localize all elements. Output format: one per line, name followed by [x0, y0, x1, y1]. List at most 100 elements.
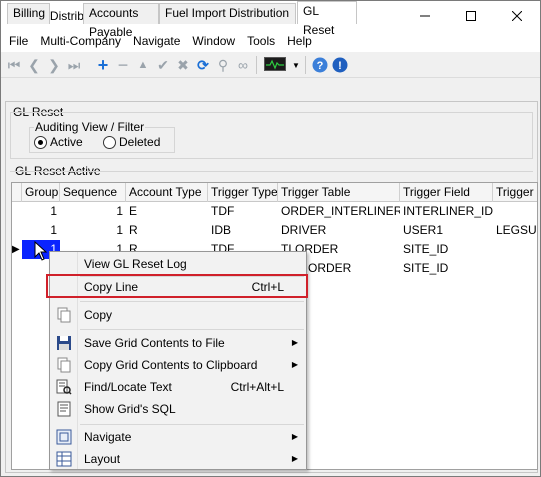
cell-trigger-type[interactable]: TDF	[208, 202, 278, 221]
header-trigger-table[interactable]: Trigger Table	[278, 183, 400, 202]
cell-account-type[interactable]: E	[126, 202, 208, 221]
info-icon[interactable]: !	[332, 57, 348, 73]
next-record-icon[interactable]: ❯	[45, 56, 63, 74]
header-sequence[interactable]: Sequence	[60, 183, 126, 202]
refresh-icon[interactable]: ⟳	[194, 56, 212, 74]
header-trigger-field[interactable]: Trigger Field	[400, 183, 493, 202]
monitor-icon[interactable]	[264, 57, 286, 73]
menu-tools[interactable]: Tools	[241, 31, 281, 52]
active-radio-label[interactable]: Active	[50, 135, 83, 149]
tab-gl-reset[interactable]: GL Reset	[297, 1, 357, 37]
navigate-icon	[56, 429, 72, 445]
menu-item-label: View GL Reset Log	[84, 257, 187, 271]
menu-item-copy[interactable]: Copy	[50, 304, 306, 326]
cell-trigger[interactable]: LEGSUI	[493, 221, 537, 240]
menu-item-view-gl-reset-log[interactable]: View GL Reset Log	[50, 253, 306, 275]
layout-icon	[56, 451, 72, 467]
last-record-icon[interactable]: ⏭	[65, 56, 83, 74]
cell-trigger-field[interactable]: USER1	[400, 221, 493, 240]
menu-file[interactable]: File	[3, 31, 34, 52]
first-record-icon[interactable]: ⏮	[5, 56, 23, 74]
header-trigger[interactable]: Trigger	[493, 183, 537, 202]
floppy-icon	[57, 336, 71, 350]
menu-item-find-locate-text[interactable]: Find/Locate Text Ctrl+Alt+L	[50, 376, 306, 398]
toolbar-separator	[256, 56, 257, 74]
help-icon[interactable]: ?	[312, 57, 328, 73]
search-icon[interactable]: ⚲	[214, 56, 232, 74]
close-button[interactable]	[494, 1, 540, 31]
cell-sequence[interactable]: 1	[60, 202, 126, 221]
app-window: GL Distribution @ TM2021R [TMWIN - CD] F…	[0, 0, 541, 477]
close-icon	[512, 11, 522, 21]
active-radio[interactable]	[34, 136, 47, 149]
table-row[interactable]: 1 1 E TDF ORDER_INTERLINER INTERLINER_ID	[12, 202, 537, 221]
menu-item-layout[interactable]: Layout ▶	[50, 448, 306, 470]
cell-account-type[interactable]: R	[126, 221, 208, 240]
cell-trigger-table[interactable]: DRIVER	[278, 221, 400, 240]
minimize-button[interactable]	[402, 1, 448, 31]
move-up-icon[interactable]: ▲	[134, 56, 152, 74]
cell-trigger-type[interactable]: IDB	[208, 221, 278, 240]
cell-trigger[interactable]	[493, 202, 537, 221]
tab-billing[interactable]: Billing	[7, 3, 50, 24]
find-icon	[56, 379, 72, 395]
cell-trigger-field[interactable]: SITE_ID	[400, 259, 493, 278]
cell-trigger-field[interactable]: INTERLINER_ID	[400, 202, 493, 221]
maximize-button[interactable]	[448, 1, 494, 31]
menu-item-navigate[interactable]: Navigate ▶	[50, 426, 306, 448]
submenu-arrow-icon: ▶	[291, 360, 298, 369]
menu-item-show-grid-sql[interactable]: Show Grid's SQL	[50, 398, 306, 420]
current-row-indicator-icon: ▶	[12, 244, 20, 255]
tab-accounts-payable[interactable]: Accounts Payable	[83, 3, 159, 39]
previous-record-icon[interactable]: ❮	[25, 56, 43, 74]
link-icon[interactable]: ∞	[234, 56, 252, 74]
menu-item-save-grid-contents[interactable]: Save Grid Contents to File ▶	[50, 332, 306, 354]
cell-group[interactable]: 1	[22, 221, 60, 240]
menu-item-label: Save Grid Contents to File	[84, 336, 225, 350]
cancel-icon[interactable]: ✖	[174, 56, 192, 74]
accept-icon[interactable]: ✔	[154, 56, 172, 74]
header-indicator	[12, 183, 22, 202]
menu-item-copy-grid-contents[interactable]: Copy Grid Contents to Clipboard ▶	[50, 354, 306, 376]
cell-group[interactable]: 1	[22, 202, 60, 221]
menu-item-label: Copy Grid Contents to Clipboard	[84, 358, 258, 372]
cell-trigger[interactable]	[493, 240, 537, 259]
maximize-icon	[466, 11, 476, 21]
header-group[interactable]: Group	[22, 183, 60, 202]
toolbar-separator	[305, 56, 306, 74]
menu-item-label: Navigate	[84, 430, 132, 444]
menu-bar: File Multi-Company Navigate Window Tools…	[1, 31, 540, 52]
table-row[interactable]: 1 1 R IDB DRIVER USER1 LEGSUI	[12, 221, 537, 240]
menu-window[interactable]: Window	[186, 31, 241, 52]
grid-header: Group Sequence Account Type Trigger Type…	[12, 183, 537, 202]
add-icon[interactable]: +	[94, 55, 112, 75]
sql-icon	[57, 401, 71, 417]
menu-separator	[80, 301, 304, 302]
cell-trigger-field[interactable]: SITE_ID	[400, 240, 493, 259]
deleted-radio-label[interactable]: Deleted	[119, 135, 160, 149]
copy-icon	[57, 357, 71, 373]
svg-text:?: ?	[317, 60, 324, 72]
header-account-type[interactable]: Account Type	[126, 183, 208, 202]
header-trigger-type[interactable]: Trigger Type	[208, 183, 278, 202]
toolbar: ⏮ ❮ ❯ ⏭ + − ▲ ✔ ✖ ⟳ ⚲ ∞ ▼ ? !	[1, 52, 540, 78]
svg-text:!: !	[338, 60, 342, 72]
delete-icon[interactable]: −	[114, 55, 132, 75]
cell-trigger-table[interactable]: ORDER_INTERLINER	[278, 202, 400, 221]
tab-fuel-import-distribution[interactable]: Fuel Import Distribution	[159, 3, 296, 24]
deleted-radio[interactable]	[103, 136, 116, 149]
menu-item-label: Copy	[84, 308, 113, 322]
menu-separator	[80, 424, 304, 425]
menu-navigate[interactable]: Navigate	[127, 31, 186, 52]
minimize-icon	[420, 15, 430, 17]
menu-item-label: Show Grid's SQL	[84, 402, 176, 416]
mouse-cursor-icon	[34, 241, 48, 261]
chevron-down-icon[interactable]: ▼	[287, 56, 305, 74]
submenu-arrow-icon: ▶	[291, 454, 298, 463]
menu-item-shortcut: Ctrl+Alt+L	[230, 380, 284, 394]
filter-label: Auditing View / Filter	[34, 120, 146, 134]
cell-sequence[interactable]: 1	[60, 221, 126, 240]
submenu-arrow-icon: ▶	[291, 338, 298, 347]
copy-line-highlight	[46, 274, 308, 298]
grid-group-line	[10, 171, 533, 172]
